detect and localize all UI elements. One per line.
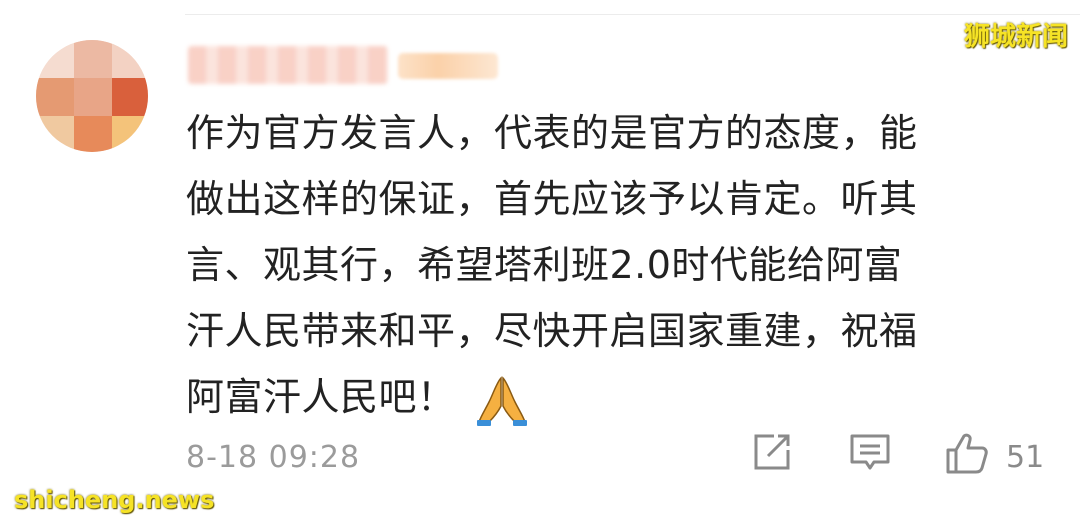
comment-line: 言、观其行，希望塔利班2.0时代能给阿富: [186, 243, 903, 287]
timestamp: 8-18 09:28: [186, 440, 361, 475]
watermark-bottom-left: shicheng.news: [14, 486, 215, 514]
reply-icon: [850, 434, 890, 470]
watermark-top-right: 狮城新闻: [963, 22, 1068, 52]
avatar[interactable]: [36, 40, 148, 152]
reply-button[interactable]: [848, 430, 892, 474]
comment-line: 做出这样的保证，首先应该予以肯定。听其: [186, 177, 918, 221]
like-count: 51: [1006, 440, 1045, 475]
username[interactable]: [188, 46, 388, 84]
comment-line: 作为官方发言人，代表的是官方的态度，能: [186, 111, 918, 155]
top-divider: [185, 14, 1080, 15]
user-badge: [398, 53, 498, 79]
comment-line-last: 阿富汗人民吧！: [186, 364, 1036, 430]
thumbs-up-icon: [946, 433, 988, 474]
comment-text: 作为官方发言人，代表的是官方的态度，能 做出这样的保证，首先应该予以肯定。听其 …: [186, 100, 1036, 430]
folded-hands-icon: [474, 372, 530, 428]
comment-line: 阿富汗人民吧！: [186, 375, 456, 419]
like-button[interactable]: [944, 430, 990, 476]
share-button[interactable]: [750, 430, 794, 474]
comment-line: 汗人民带来和平，尽快开启国家重建，祝福: [186, 309, 918, 353]
share-icon: [754, 434, 790, 470]
